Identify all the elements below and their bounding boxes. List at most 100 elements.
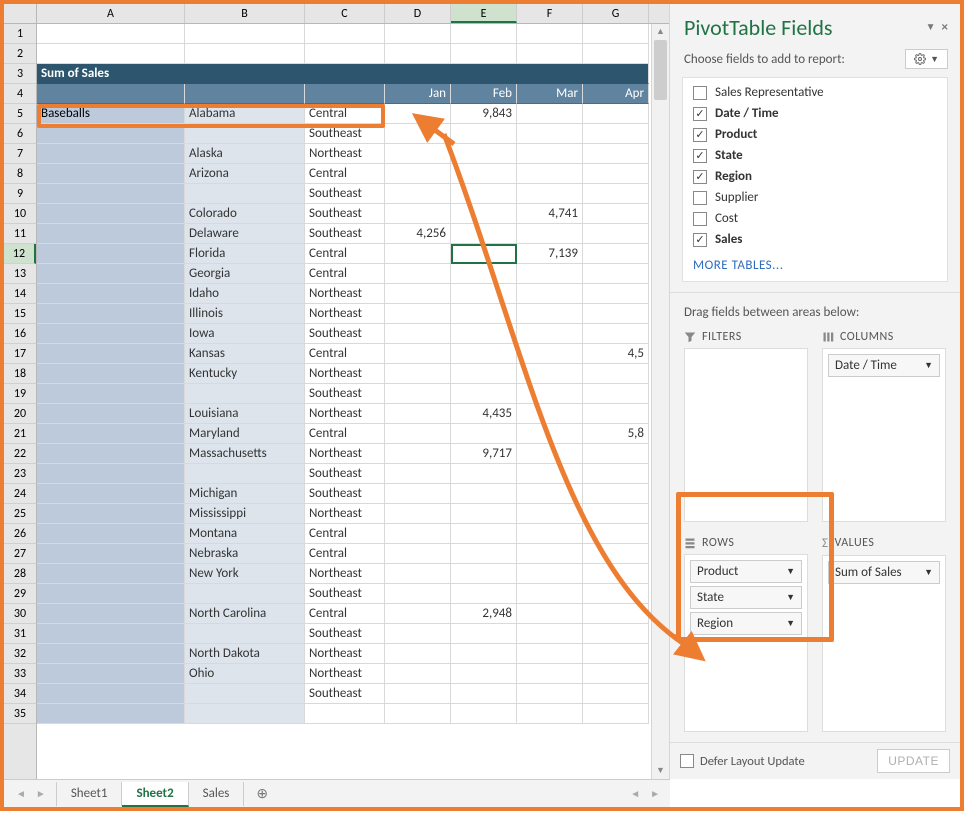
value-cell[interactable] xyxy=(517,344,583,364)
region-cell[interactable] xyxy=(305,24,385,44)
product-cell[interactable] xyxy=(37,284,185,304)
row-header[interactable]: 22 xyxy=(4,444,36,464)
field-item[interactable]: Sales Representative xyxy=(683,82,947,103)
field-item[interactable]: ✓Date / Time xyxy=(683,103,947,124)
row-header[interactable]: 14 xyxy=(4,284,36,304)
cells-area[interactable]: Sum of SalesJanFebMarAprBaseballsAlabama… xyxy=(37,24,669,779)
row-header[interactable]: 1 xyxy=(4,24,36,44)
value-cell[interactable] xyxy=(583,544,649,564)
column-header[interactable]: E xyxy=(451,4,517,23)
product-cell[interactable] xyxy=(37,244,185,264)
row-header[interactable]: 11 xyxy=(4,224,36,244)
product-cell[interactable] xyxy=(37,344,185,364)
value-cell[interactable] xyxy=(583,44,649,64)
filters-area[interactable]: FILTERS xyxy=(684,330,808,522)
month-header-cell[interactable]: Jan xyxy=(385,84,451,104)
pivot-title-cell[interactable]: Sum of Sales xyxy=(37,64,649,84)
tab-nav-prev-icon[interactable]: ◄ xyxy=(16,787,26,800)
value-cell[interactable] xyxy=(517,644,583,664)
value-cell[interactable] xyxy=(583,204,649,224)
value-cell[interactable] xyxy=(385,464,451,484)
column-header[interactable]: A xyxy=(37,4,185,23)
field-list-options-button[interactable]: ▼ xyxy=(905,49,948,69)
row-chip[interactable]: Product▼ xyxy=(690,560,802,583)
state-cell[interactable] xyxy=(185,184,305,204)
product-cell[interactable] xyxy=(37,564,185,584)
value-cell[interactable] xyxy=(385,264,451,284)
product-cell[interactable] xyxy=(37,624,185,644)
value-cell[interactable] xyxy=(517,604,583,624)
month-header-cell[interactable]: Apr xyxy=(583,84,649,104)
region-cell[interactable]: Northeast xyxy=(305,564,385,584)
region-cell[interactable]: Northeast xyxy=(305,404,385,424)
column-header[interactable]: F xyxy=(517,4,583,23)
value-cell[interactable] xyxy=(583,584,649,604)
product-cell[interactable] xyxy=(37,484,185,504)
column-header[interactable]: D xyxy=(385,4,451,23)
product-cell[interactable] xyxy=(37,424,185,444)
select-all-corner[interactable] xyxy=(4,4,37,23)
state-cell[interactable] xyxy=(185,384,305,404)
value-chip[interactable]: Sum of Sales▼ xyxy=(828,561,940,584)
region-cell[interactable]: Central xyxy=(305,424,385,444)
product-cell[interactable] xyxy=(37,604,185,624)
state-cell[interactable] xyxy=(185,684,305,704)
region-cell[interactable]: Northeast xyxy=(305,144,385,164)
row-header[interactable]: 28 xyxy=(4,564,36,584)
product-cell[interactable] xyxy=(37,464,185,484)
row-header[interactable]: 24 xyxy=(4,484,36,504)
value-cell[interactable] xyxy=(385,544,451,564)
row-header[interactable]: 5 xyxy=(4,104,36,124)
value-cell[interactable] xyxy=(385,564,451,584)
value-cell[interactable] xyxy=(385,604,451,624)
row-header[interactable]: 23 xyxy=(4,464,36,484)
region-cell[interactable]: Northeast xyxy=(305,664,385,684)
scroll-down-arrow[interactable]: ▼ xyxy=(652,763,669,779)
value-cell[interactable] xyxy=(451,244,517,264)
region-cell[interactable]: Central xyxy=(305,524,385,544)
month-header-cell[interactable] xyxy=(305,84,385,104)
value-cell[interactable] xyxy=(451,384,517,404)
value-cell[interactable]: 4,741 xyxy=(517,204,583,224)
value-cell[interactable] xyxy=(451,304,517,324)
row-header[interactable]: 27 xyxy=(4,544,36,564)
product-cell[interactable] xyxy=(37,584,185,604)
value-cell[interactable] xyxy=(451,664,517,684)
state-cell[interactable]: Massachusetts xyxy=(185,444,305,464)
value-cell[interactable] xyxy=(583,284,649,304)
region-cell[interactable]: Central xyxy=(305,344,385,364)
row-header[interactable]: 12 xyxy=(4,244,36,264)
region-cell[interactable]: Southeast xyxy=(305,624,385,644)
value-cell[interactable] xyxy=(583,264,649,284)
value-cell[interactable] xyxy=(583,484,649,504)
row-header[interactable]: 16 xyxy=(4,324,36,344)
value-cell[interactable] xyxy=(517,144,583,164)
region-cell[interactable]: Central xyxy=(305,104,385,124)
value-cell[interactable] xyxy=(451,644,517,664)
state-cell[interactable]: Colorado xyxy=(185,204,305,224)
product-cell[interactable] xyxy=(37,544,185,564)
value-cell[interactable] xyxy=(451,184,517,204)
product-cell[interactable] xyxy=(37,124,185,144)
value-cell[interactable] xyxy=(451,584,517,604)
state-cell[interactable]: Arizona xyxy=(185,164,305,184)
value-cell[interactable] xyxy=(451,324,517,344)
row-header[interactable]: 10 xyxy=(4,204,36,224)
state-cell[interactable]: Florida xyxy=(185,244,305,264)
product-cell[interactable] xyxy=(37,24,185,44)
row-header[interactable]: 34 xyxy=(4,684,36,704)
product-cell[interactable] xyxy=(37,144,185,164)
value-cell[interactable] xyxy=(451,504,517,524)
value-cell[interactable] xyxy=(517,264,583,284)
row-header[interactable]: 21 xyxy=(4,424,36,444)
row-header[interactable]: 7 xyxy=(4,144,36,164)
row-header[interactable]: 2 xyxy=(4,44,36,64)
state-cell[interactable] xyxy=(185,624,305,644)
value-cell[interactable] xyxy=(385,344,451,364)
row-header[interactable]: 6 xyxy=(4,124,36,144)
value-cell[interactable] xyxy=(583,164,649,184)
value-cell[interactable] xyxy=(385,384,451,404)
row-header[interactable]: 13 xyxy=(4,264,36,284)
value-cell[interactable] xyxy=(385,404,451,424)
value-cell[interactable] xyxy=(517,124,583,144)
